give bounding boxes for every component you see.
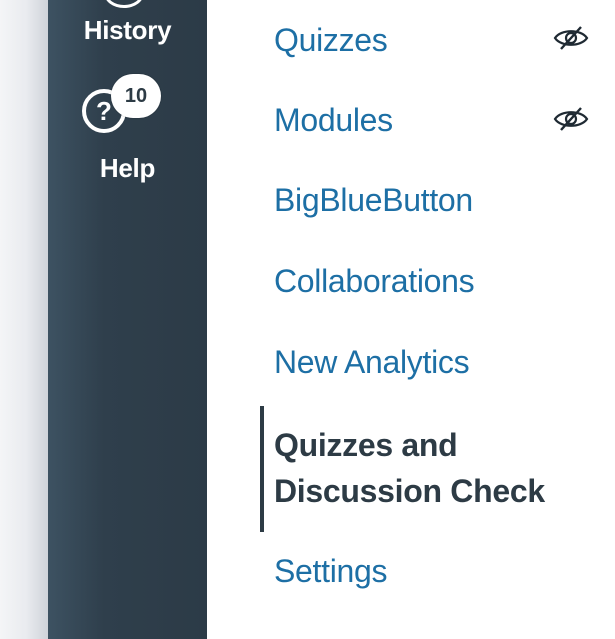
course-nav-bigbluebutton[interactable]: BigBlueButton bbox=[274, 180, 473, 220]
course-nav-settings[interactable]: Settings bbox=[274, 551, 388, 591]
course-nav-quizzes-and-discussion-check[interactable]: Quizzes and Discussion Check bbox=[274, 422, 594, 514]
page-edge-shadow bbox=[0, 0, 48, 639]
active-item-indicator bbox=[260, 406, 264, 532]
course-nav-collaborations[interactable]: Collaborations bbox=[274, 261, 475, 301]
nav-history[interactable]: History bbox=[48, 10, 207, 50]
eye-slash-icon[interactable] bbox=[552, 25, 590, 51]
nav-help[interactable]: Help bbox=[48, 150, 207, 186]
eye-slash-icon[interactable] bbox=[552, 106, 590, 132]
course-navigation: Quizzes Modules BigBlueButton Collaborat… bbox=[207, 0, 615, 639]
course-nav-new-analytics[interactable]: New Analytics bbox=[274, 342, 470, 382]
course-nav-quizzes[interactable]: Quizzes bbox=[274, 20, 388, 60]
help-notification-badge: 10 bbox=[111, 74, 161, 118]
course-nav-modules[interactable]: Modules bbox=[274, 100, 393, 140]
global-navigation: History ? 10 Help bbox=[48, 0, 207, 639]
history-icon[interactable] bbox=[104, 0, 144, 8]
